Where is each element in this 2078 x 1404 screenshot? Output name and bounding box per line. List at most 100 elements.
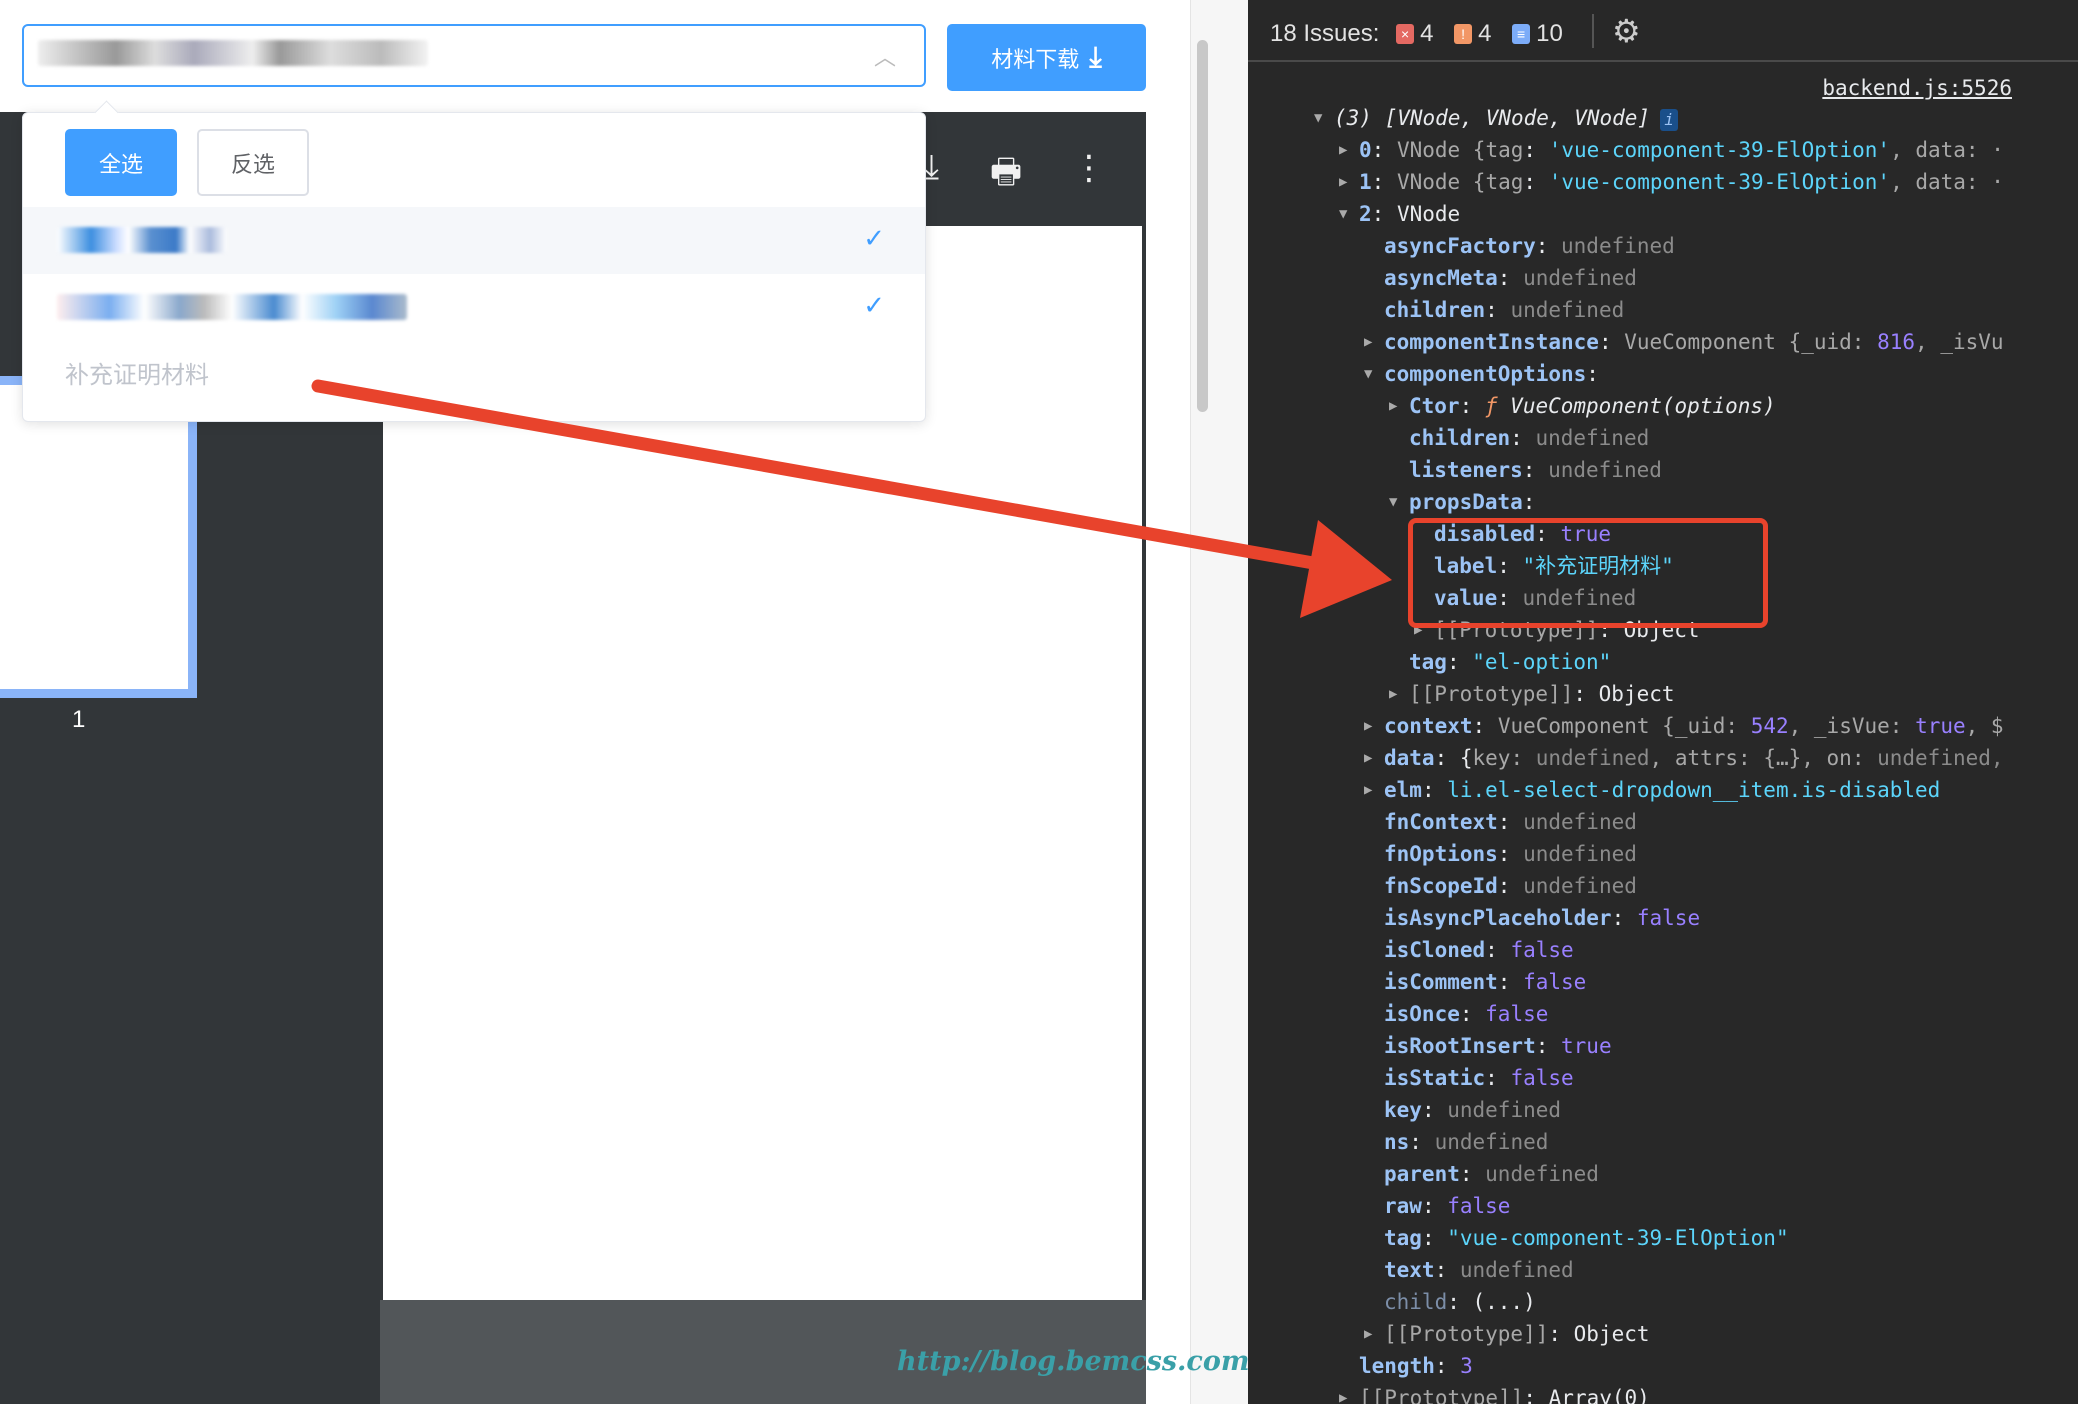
tree-token: :	[1485, 1066, 1511, 1090]
tree-token: :	[1523, 170, 1549, 194]
tree-token: 0	[1359, 138, 1372, 162]
tree-token: 1	[1359, 170, 1372, 194]
material-multi-select[interactable]: ︿	[22, 24, 926, 87]
tree-line[interactable]: ▶ Ctor: ƒ VueComponent(options)	[1389, 390, 1776, 422]
tree-token: true	[1561, 1034, 1612, 1058]
highlight-box	[1408, 518, 1768, 628]
tree-token: child	[1384, 1290, 1448, 1314]
tree-token: , attrs: {…}, on:	[1649, 746, 1878, 770]
tree-line[interactable]: ▼ 2: VNode	[1339, 198, 1460, 230]
tree-token: :	[1459, 394, 1485, 418]
collapsed-triangle-icon[interactable]: ▶	[1364, 710, 1372, 742]
more-options-icon[interactable]: ⋮	[1072, 148, 1106, 188]
tree-line[interactable]: ▶ 0: VNode {tag: 'vue-component-39-ElOpti…	[1339, 134, 2004, 166]
error-icon: ×	[1396, 24, 1415, 44]
tree-token: "vue-component-39-ElOption"	[1447, 1226, 1789, 1250]
tree-token: ƒ	[1484, 394, 1511, 418]
collapsed-triangle-icon[interactable]: ▶	[1389, 678, 1397, 710]
issues-bar: 18 Issues: × 4 ! 4 ≡ 10 ⚙	[1248, 0, 2078, 62]
tree-token: :	[1497, 874, 1524, 898]
expanded-triangle-icon[interactable]: ▼	[1314, 102, 1322, 134]
collapsed-triangle-icon[interactable]: ▶	[1389, 390, 1397, 422]
tree-line[interactable]: ▶ 1: VNode {tag: 'vue-component-39-ElOpti…	[1339, 166, 2004, 198]
tree-line[interactable]: ▶ [[Prototype]]: Object	[1364, 1318, 1650, 1350]
tree-token: tag	[1409, 650, 1447, 674]
tree-token: ns	[1384, 1130, 1410, 1154]
download-icon[interactable]: ⤓	[924, 148, 939, 187]
tree-line[interactable]: ▶ [[Prototype]]: Object	[1389, 678, 1675, 710]
tree-line: tag: "el-option"	[1389, 646, 1611, 678]
collapsed-triangle-icon[interactable]: ▶	[1364, 742, 1372, 774]
page-scrollbar[interactable]	[1190, 0, 1248, 1404]
source-link[interactable]: backend.js:5526	[1822, 76, 2012, 100]
tree-token: "el-option"	[1472, 650, 1612, 674]
tree-token: 'vue-component-39-ElOption'	[1548, 138, 1891, 162]
tree-line[interactable]: ▶ context: VueComponent {_uid: 542, _isVu…	[1364, 710, 2004, 742]
tree-token: :	[1472, 714, 1498, 738]
tree-token: false	[1510, 1066, 1574, 1090]
tree-line[interactable]: ▶ data: {key: undefined, attrs: {…}, on: …	[1364, 742, 2004, 774]
tree-line[interactable]: ▼ (3) [VNode, VNode, VNode] i	[1314, 102, 1679, 134]
info-icon[interactable]: i	[1660, 109, 1679, 131]
tree-line: isRootInsert: true	[1364, 1030, 1612, 1062]
expanded-triangle-icon[interactable]: ▼	[1389, 486, 1397, 518]
expanded-triangle-icon[interactable]: ▼	[1364, 358, 1372, 390]
collapsed-triangle-icon[interactable]: ▶	[1339, 1382, 1347, 1404]
chevron-up-icon[interactable]: ︿	[874, 40, 896, 72]
tree-token: 'vue-component-39-ElOption'	[1548, 170, 1891, 194]
dropdown-option[interactable]: ✓	[23, 274, 925, 341]
check-icon: ✓	[863, 223, 885, 253]
tree-token: :	[1434, 1258, 1460, 1282]
tree-line: parent: undefined	[1364, 1158, 1599, 1190]
tree-line: fnContext: undefined	[1364, 806, 1637, 838]
tree-token: tag	[1485, 170, 1524, 194]
tree-line[interactable]: ▶ [[Prototype]]: Array(0)	[1339, 1382, 1650, 1404]
material-download-button[interactable]: 材料下载 ⤓	[947, 24, 1146, 91]
tree-token: : (...)	[1447, 1290, 1536, 1314]
tree-token: isCloned	[1384, 938, 1486, 962]
tree-token: componentInstance	[1384, 330, 1599, 354]
tree-line[interactable]: ▼ propsData:	[1389, 486, 1535, 518]
tree-token: VueComponent(options)	[1510, 394, 1776, 418]
print-icon[interactable]: 🖶	[990, 148, 1022, 205]
collapsed-triangle-icon[interactable]: ▶	[1364, 1318, 1372, 1350]
scrollbar-thumb[interactable]	[1197, 40, 1208, 412]
tree-token: fnScopeId	[1384, 874, 1498, 898]
page-thumbnail[interactable]	[0, 376, 197, 698]
select-dropdown: 全选 反选 ✓ ✓ 补充证明材料	[22, 112, 926, 422]
collapsed-triangle-icon[interactable]: ▶	[1339, 134, 1347, 166]
tree-token: :	[1497, 266, 1524, 290]
invert-selection-button[interactable]: 反选	[197, 129, 309, 196]
expanded-triangle-icon[interactable]: ▼	[1339, 198, 1347, 230]
tree-token: undefined	[1510, 298, 1625, 322]
tree-token: undefined	[1523, 842, 1637, 866]
tree-token: : Object	[1573, 682, 1675, 706]
tree-token: :	[1497, 810, 1524, 834]
tree-line: children: undefined	[1389, 422, 1649, 454]
tree-token: key	[1384, 1098, 1422, 1122]
dropdown-option[interactable]: ✓	[23, 207, 925, 274]
tree-token: VNode {	[1396, 138, 1486, 162]
select-all-button[interactable]: 全选	[65, 129, 177, 196]
tree-line: asyncFactory: undefined	[1364, 230, 1675, 262]
tree-line[interactable]: ▼ componentOptions:	[1364, 358, 1599, 390]
dropdown-option-disabled: 补充证明材料	[23, 341, 925, 408]
tree-token: raw	[1384, 1194, 1422, 1218]
tree-token: listeners	[1409, 458, 1523, 482]
tree-token: 816	[1877, 330, 1916, 354]
tree-line[interactable]: ▶ componentInstance: VueComponent {_uid: …	[1364, 326, 2004, 358]
gear-icon[interactable]: ⚙	[1612, 12, 1641, 50]
tree-token: undefined	[1535, 426, 1650, 450]
tree-token: :	[1409, 1130, 1435, 1154]
tree-token: tag	[1485, 138, 1524, 162]
collapsed-triangle-icon[interactable]: ▶	[1364, 326, 1372, 358]
tree-token: :	[1510, 426, 1536, 450]
collapsed-triangle-icon[interactable]: ▶	[1364, 774, 1372, 806]
tree-token: :	[1535, 1034, 1562, 1058]
tree-line[interactable]: ▶ elm: li.el-select-dropdown__item.is-dis…	[1364, 774, 1940, 806]
issues-summary[interactable]: 18 Issues: × 4 ! 4 ≡ 10	[1270, 20, 1563, 48]
tree-token: key:	[1472, 746, 1536, 770]
tree-token: :	[1421, 1226, 1448, 1250]
collapsed-triangle-icon[interactable]: ▶	[1339, 166, 1347, 198]
tree-token: :	[1421, 1098, 1448, 1122]
